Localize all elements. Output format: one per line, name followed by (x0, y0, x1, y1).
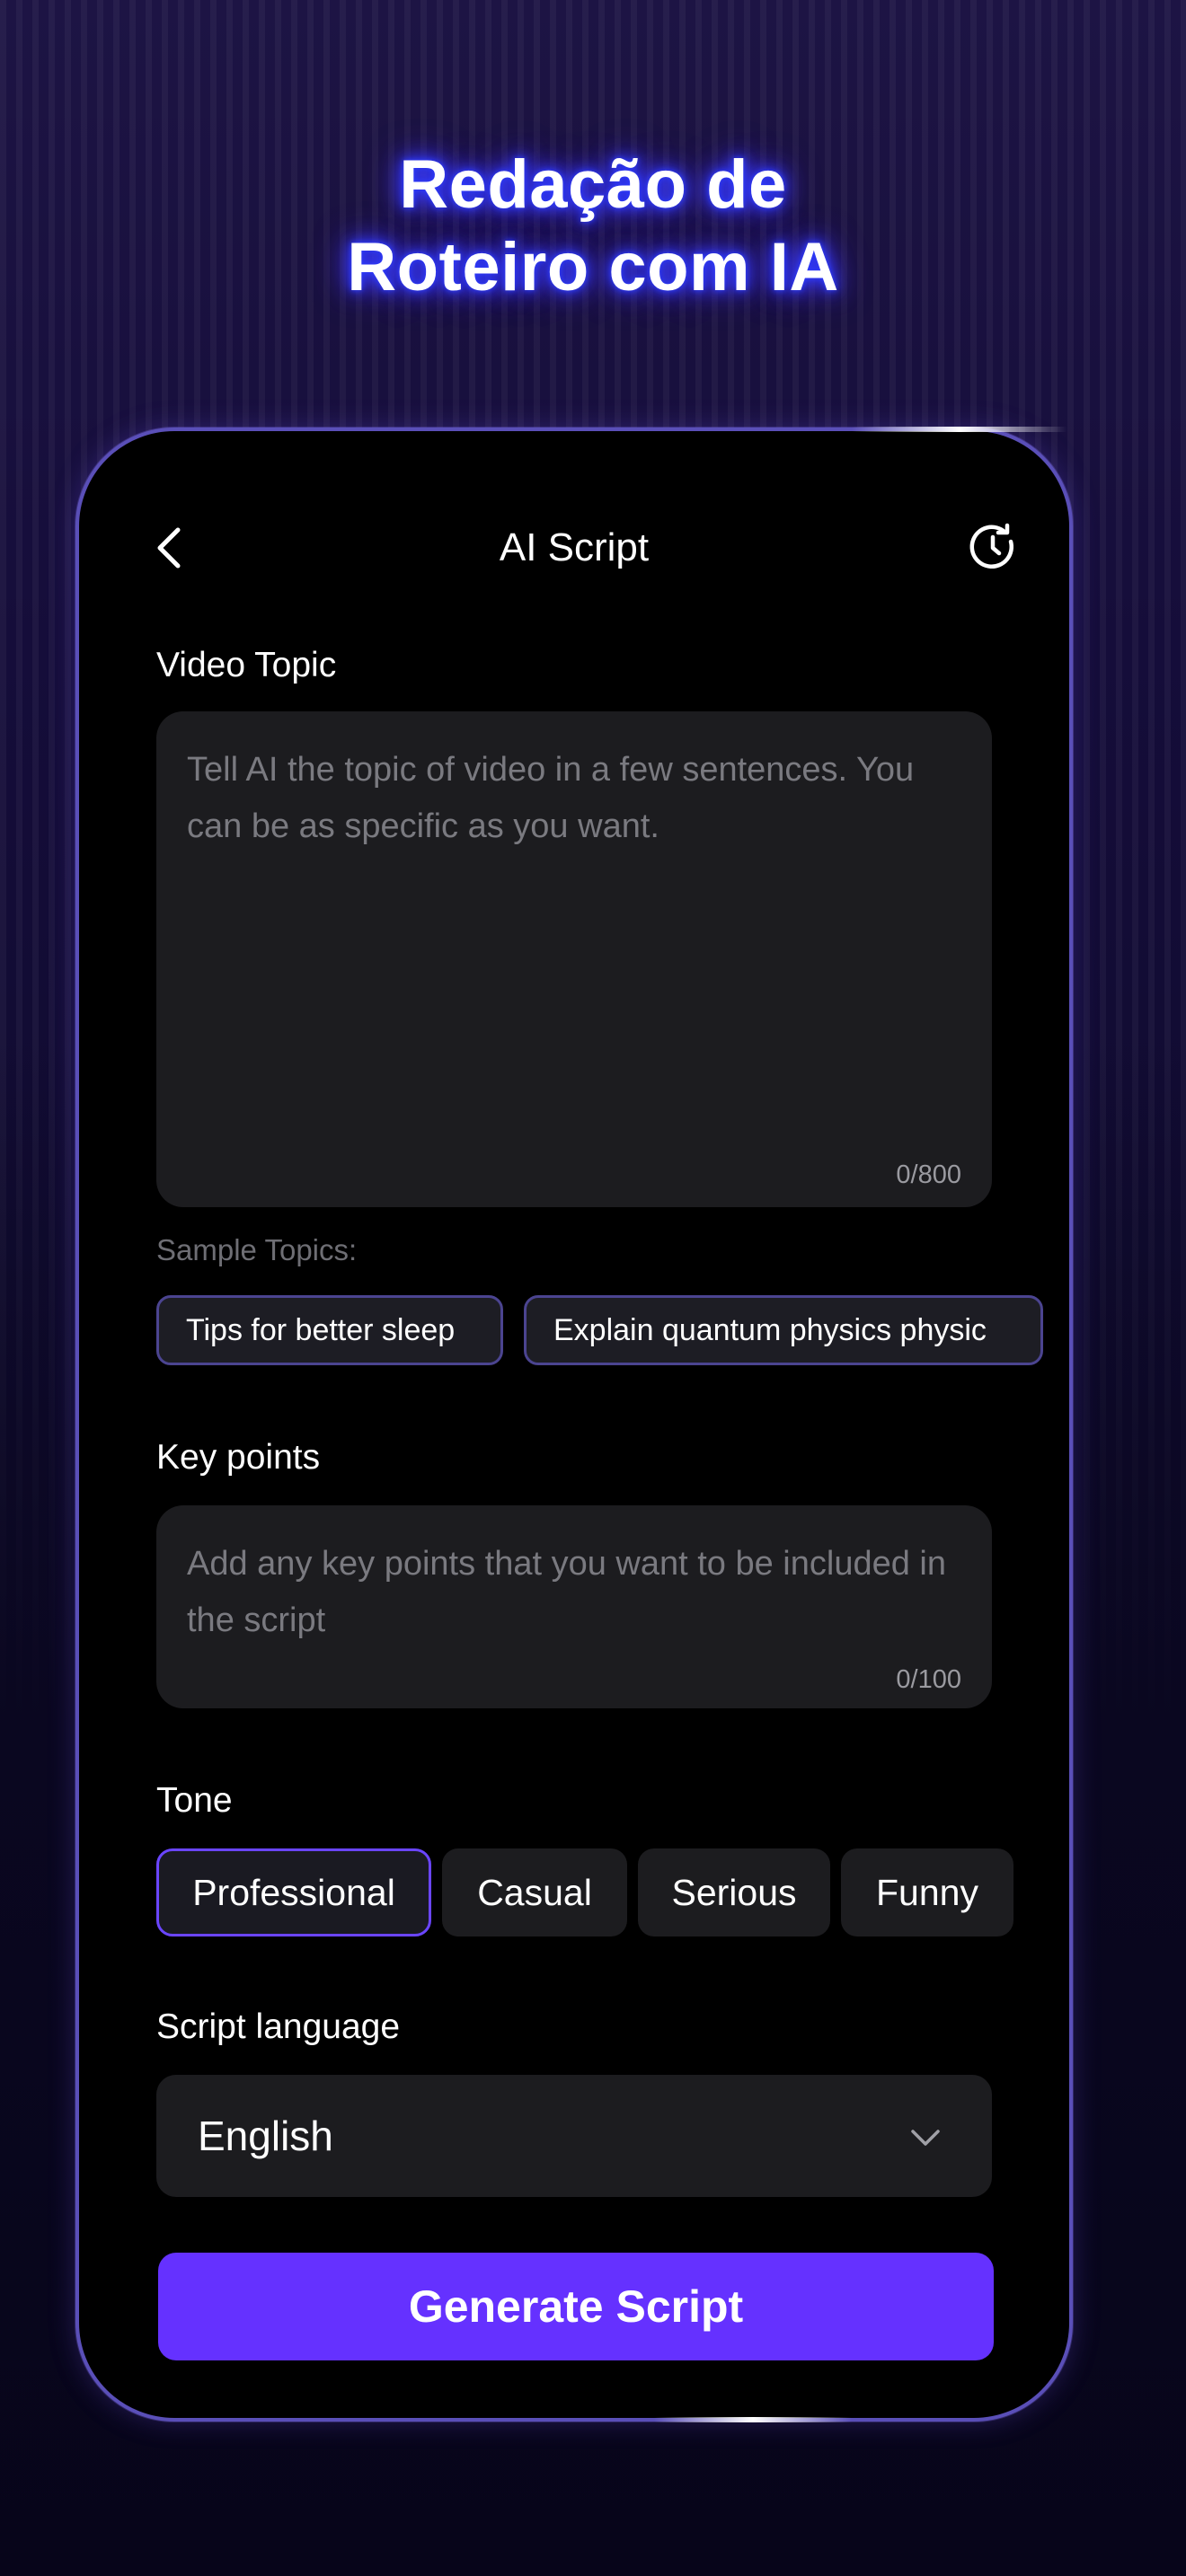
sample-topics-label: Sample Topics: (156, 1233, 358, 1266)
video-topic-placeholder: Tell AI the topic of video in a few sent… (187, 751, 915, 845)
tone-option-professional[interactable]: Professional (156, 1848, 431, 1936)
generate-script-button[interactable]: Generate Script (158, 2253, 994, 2360)
key-points-input[interactable]: Add any key points that you want to be i… (156, 1505, 992, 1708)
video-topic-counter: 0/800 (896, 1160, 961, 1189)
tone-option-casual[interactable]: Casual (442, 1848, 627, 1936)
tone-option-funny[interactable]: Funny (841, 1848, 1013, 1936)
history-button[interactable] (963, 517, 1022, 577)
tone-label: Tone (156, 1781, 233, 1820)
headline-line-1: Redação de (399, 146, 787, 223)
key-points-placeholder: Add any key points that you want to be i… (187, 1545, 946, 1639)
chevron-down-icon (911, 2130, 940, 2146)
key-points-counter: 0/100 (896, 1665, 961, 1694)
sample-topic-chip-1[interactable]: Tips for better sleep (156, 1295, 503, 1365)
phone-frame: AI Script Video Topic Tell AI the topic … (75, 427, 1073, 2422)
tone-option-serious[interactable]: Serious (638, 1848, 830, 1936)
script-language-select[interactable]: English (156, 2075, 992, 2197)
video-topic-input[interactable]: Tell AI the topic of video in a few sent… (156, 711, 992, 1207)
key-points-label: Key points (156, 1438, 321, 1477)
top-nav-bar: AI Script (79, 431, 1069, 611)
script-language-label: Script language (156, 2007, 401, 2046)
script-language-value: English (198, 2113, 333, 2159)
history-clock-icon (969, 523, 1013, 569)
sample-topic-chip-2[interactable]: Explain quantum physics physic (524, 1295, 1043, 1365)
headline-line-2: Roteiro com IA (347, 229, 839, 305)
frame-highlight-bottom (654, 2417, 852, 2422)
page-title: AI Script (499, 525, 650, 569)
video-topic-label: Video Topic (156, 646, 337, 684)
promo-headline: Redação de Roteiro com IA (0, 144, 1186, 309)
